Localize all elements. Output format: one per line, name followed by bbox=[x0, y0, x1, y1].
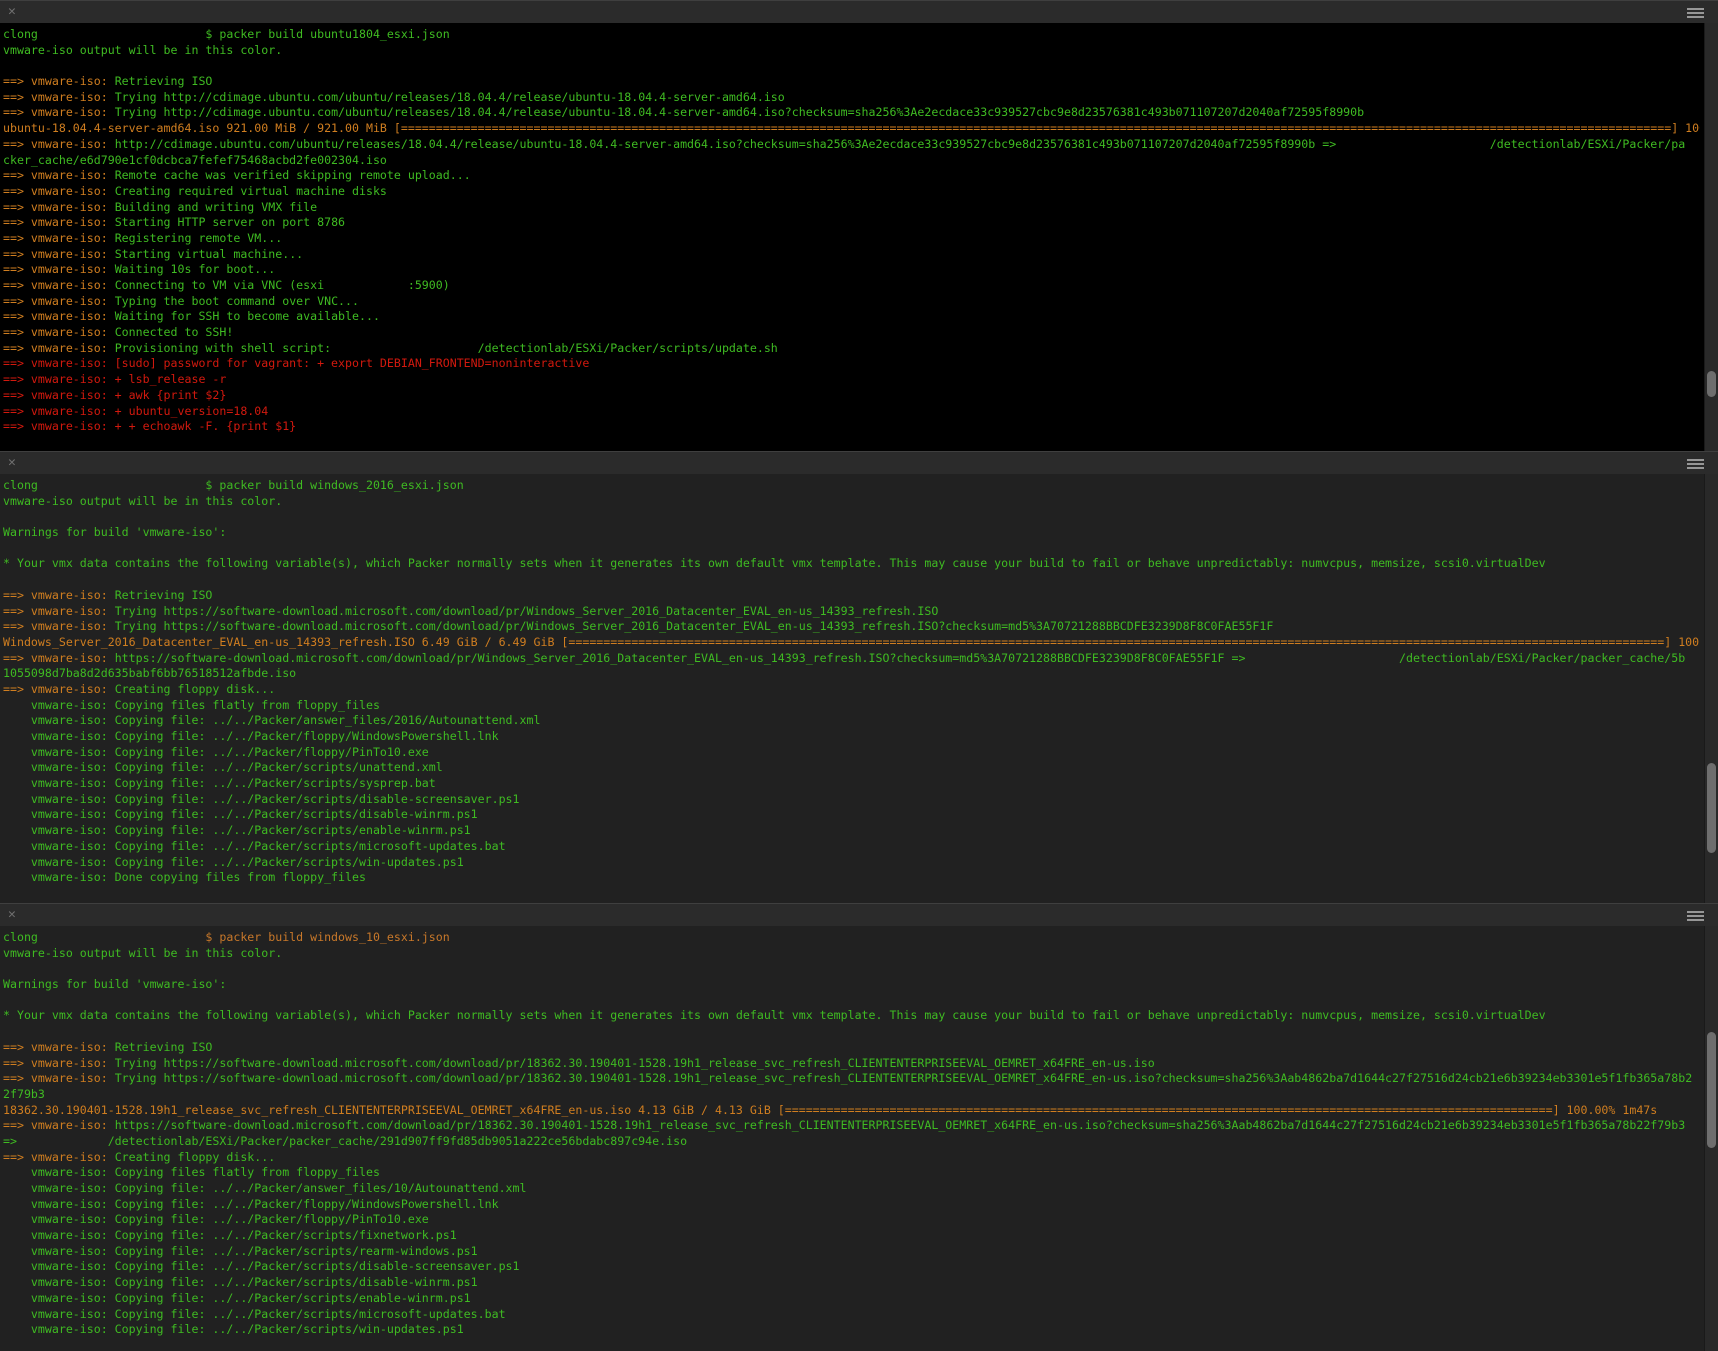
terminal-titlebar[interactable]: ✕ bbox=[0, 903, 1718, 926]
terminal-line: vmware-iso: Copying file: ../../Packer/s… bbox=[3, 1291, 1700, 1307]
terminal-output-ubuntu1804[interactable]: clong $ packer build ubuntu1804_esxi.jso… bbox=[0, 23, 1718, 451]
terminal-line: * Your vmx data contains the following v… bbox=[3, 556, 1700, 572]
terminal-line bbox=[3, 961, 1700, 977]
terminal-line: ==> vmware-iso: Connecting to VM via VNC… bbox=[3, 278, 1700, 294]
terminal-line: ==> vmware-iso: https://software-downloa… bbox=[3, 1118, 1700, 1134]
terminal-line: vmware-iso output will be in this color. bbox=[3, 494, 1700, 510]
terminal-line bbox=[3, 509, 1700, 525]
terminal-line: ==> vmware-iso: Creating floppy disk... bbox=[3, 1150, 1700, 1166]
terminal-line: clong $ packer build ubuntu1804_esxi.jso… bbox=[3, 27, 1700, 43]
menu-icon[interactable] bbox=[1687, 911, 1704, 923]
terminal-pane-ubuntu1804: ✕ clong $ packer build ubuntu1804_esxi.j… bbox=[0, 0, 1718, 451]
terminal-line: vmware-iso: Copying file: ../../Packer/s… bbox=[3, 855, 1700, 871]
terminal-line: ==> vmware-iso: Creating floppy disk... bbox=[3, 682, 1700, 698]
terminal-line: ==> vmware-iso: Building and writing VMX… bbox=[3, 200, 1700, 216]
terminal-titlebar[interactable]: ✕ bbox=[0, 0, 1718, 23]
close-icon[interactable]: ✕ bbox=[8, 906, 16, 924]
terminal-line: * Your vmx data contains the following v… bbox=[3, 1008, 1700, 1024]
terminal-line: ==> vmware-iso: Waiting for SSH to becom… bbox=[3, 309, 1700, 325]
terminal-line: vmware-iso: Copying file: ../../Packer/f… bbox=[3, 1212, 1700, 1228]
terminal-line: ==> vmware-iso: Creating required virtua… bbox=[3, 184, 1700, 200]
scrollbar-thumb[interactable] bbox=[1707, 1032, 1716, 1148]
terminal-line: ==> vmware-iso: Provisioning with shell … bbox=[3, 341, 1700, 357]
terminal-line: 18362.30.190401-1528.19h1_release_svc_re… bbox=[3, 1103, 1700, 1119]
terminal-line: ==> vmware-iso: Trying https://software-… bbox=[3, 1071, 1700, 1087]
terminal-line: vmware-iso: Copying file: ../../Packer/s… bbox=[3, 823, 1700, 839]
terminal-line: clong $ packer build windows_2016_esxi.j… bbox=[3, 478, 1700, 494]
terminal-output-windows-10[interactable]: clong $ packer build windows_10_esxi.jso… bbox=[0, 926, 1718, 1351]
terminal-output-windows-2016[interactable]: clong $ packer build windows_2016_esxi.j… bbox=[0, 474, 1718, 903]
terminal-line bbox=[3, 993, 1700, 1009]
terminal-line bbox=[3, 572, 1700, 588]
scrollbar[interactable] bbox=[1704, 23, 1718, 451]
terminal-line: ==> vmware-iso: http://cdimage.ubuntu.co… bbox=[3, 137, 1700, 153]
terminal-line: vmware-iso: Copying file: ../../Packer/s… bbox=[3, 1307, 1700, 1323]
terminal-line: ==> vmware-iso: Waiting 10s for boot... bbox=[3, 262, 1700, 278]
terminal-line: vmware-iso: Copying files flatly from fl… bbox=[3, 1165, 1700, 1181]
terminal-pane-windows-10: ✕ clong $ packer build windows_10_esxi.j… bbox=[0, 903, 1718, 1351]
terminal-line: vmware-iso: Copying file: ../../Packer/s… bbox=[3, 760, 1700, 776]
terminal-line: ==> vmware-iso: Registering remote VM... bbox=[3, 231, 1700, 247]
terminal-line: Warnings for build 'vmware-iso': bbox=[3, 525, 1700, 541]
terminal-line: Windows_Server_2016_Datacenter_EVAL_en-u… bbox=[3, 635, 1700, 651]
terminal-line: vmware-iso: Copying file: ../../Packer/s… bbox=[3, 776, 1700, 792]
terminal-line: vmware-iso: Copying file: ../../Packer/s… bbox=[3, 839, 1700, 855]
terminal-pane-windows-2016: ✕ clong $ packer build windows_2016_esxi… bbox=[0, 451, 1718, 903]
terminal-line: 1055098d7ba8d2d635babf6bb76518512afbde.i… bbox=[3, 666, 1700, 682]
terminal-titlebar[interactable]: ✕ bbox=[0, 451, 1718, 474]
terminal-line: ==> vmware-iso: Connected to SSH! bbox=[3, 325, 1700, 341]
terminal-line bbox=[3, 541, 1700, 557]
terminal-line: vmware-iso: Copying file: ../../Packer/s… bbox=[3, 807, 1700, 823]
terminal-line: Warnings for build 'vmware-iso': bbox=[3, 977, 1700, 993]
terminal-line: cker_cache/e6d790e1cf0dcbca7fefef75468ac… bbox=[3, 153, 1700, 169]
terminal-line: ==> vmware-iso: Trying https://software-… bbox=[3, 604, 1700, 620]
terminal-line: 2f79b3 bbox=[3, 1087, 1700, 1103]
terminal-line: ==> vmware-iso: Trying http://cdimage.ub… bbox=[3, 90, 1700, 106]
terminal-line: ==> vmware-iso: Trying https://software-… bbox=[3, 1056, 1700, 1072]
scrollbar-thumb[interactable] bbox=[1707, 371, 1716, 397]
terminal-line: vmware-iso: Copying file: ../../Packer/a… bbox=[3, 713, 1700, 729]
terminal-line: ubuntu-18.04.4-server-amd64.iso 921.00 M… bbox=[3, 121, 1700, 137]
terminal-line: ==> vmware-iso: Trying https://software-… bbox=[3, 619, 1700, 635]
terminal-line: vmware-iso: Copying file: ../../Packer/s… bbox=[3, 1322, 1700, 1338]
terminal-line: vmware-iso output will be in this color. bbox=[3, 43, 1700, 59]
terminal-line: vmware-iso: Done copying files from flop… bbox=[3, 870, 1700, 886]
terminal-line: vmware-iso: Copying file: ../../Packer/f… bbox=[3, 729, 1700, 745]
terminal-line: vmware-iso: Copying file: ../../Packer/a… bbox=[3, 1181, 1700, 1197]
terminal-line: ==> vmware-iso: Retrieving ISO bbox=[3, 588, 1700, 604]
terminal-line: vmware-iso: Copying file: ../../Packer/s… bbox=[3, 1244, 1700, 1260]
terminal-line: vmware-iso: Copying file: ../../Packer/s… bbox=[3, 1228, 1700, 1244]
terminal-line: ==> vmware-iso: Typing the boot command … bbox=[3, 294, 1700, 310]
terminal-line: ==> vmware-iso: + ubuntu_version=18.04 bbox=[3, 404, 1700, 420]
terminal-line: vmware-iso: Copying file: ../../Packer/s… bbox=[3, 1259, 1700, 1275]
terminal-line bbox=[3, 58, 1700, 74]
scrollbar[interactable] bbox=[1704, 926, 1718, 1351]
terminal-line: => /detectionlab/ESXi/Packer/packer_cach… bbox=[3, 1134, 1700, 1150]
terminal-line: ==> vmware-iso: Retrieving ISO bbox=[3, 1040, 1700, 1056]
scrollbar[interactable] bbox=[1704, 474, 1718, 903]
menu-icon[interactable] bbox=[1687, 8, 1704, 20]
terminal-line: ==> vmware-iso: + + echoawk -F. {print $… bbox=[3, 419, 1700, 435]
terminal-line: ==> vmware-iso: Starting HTTP server on … bbox=[3, 215, 1700, 231]
terminal-line: vmware-iso: Copying file: ../../Packer/s… bbox=[3, 792, 1700, 808]
terminal-line: vmware-iso: Copying file: ../../Packer/f… bbox=[3, 1197, 1700, 1213]
terminal-line: ==> vmware-iso: [sudo] password for vagr… bbox=[3, 356, 1700, 372]
close-icon[interactable]: ✕ bbox=[8, 454, 16, 472]
terminal-line bbox=[3, 1024, 1700, 1040]
menu-icon[interactable] bbox=[1687, 459, 1704, 471]
scrollbar-thumb[interactable] bbox=[1707, 763, 1716, 853]
terminal-line: ==> vmware-iso: https://software-downloa… bbox=[3, 651, 1700, 667]
close-icon[interactable]: ✕ bbox=[8, 3, 16, 21]
terminal-line: ==> vmware-iso: Starting virtual machine… bbox=[3, 247, 1700, 263]
terminal-line: ==> vmware-iso: Retrieving ISO bbox=[3, 74, 1700, 90]
terminal-line: ==> vmware-iso: + lsb_release -r bbox=[3, 372, 1700, 388]
terminal-line: vmware-iso: Copying files flatly from fl… bbox=[3, 698, 1700, 714]
terminal-line: vmware-iso output will be in this color. bbox=[3, 946, 1700, 962]
terminal-line: vmware-iso: Copying file: ../../Packer/f… bbox=[3, 745, 1700, 761]
terminal-line: clong $ packer build windows_10_esxi.jso… bbox=[3, 930, 1700, 946]
terminal-line: ==> vmware-iso: + awk {print $2} bbox=[3, 388, 1700, 404]
terminal-line: vmware-iso: Copying file: ../../Packer/s… bbox=[3, 1275, 1700, 1291]
terminal-line: ==> vmware-iso: Remote cache was verifie… bbox=[3, 168, 1700, 184]
terminal-line: ==> vmware-iso: Trying http://cdimage.ub… bbox=[3, 105, 1700, 121]
